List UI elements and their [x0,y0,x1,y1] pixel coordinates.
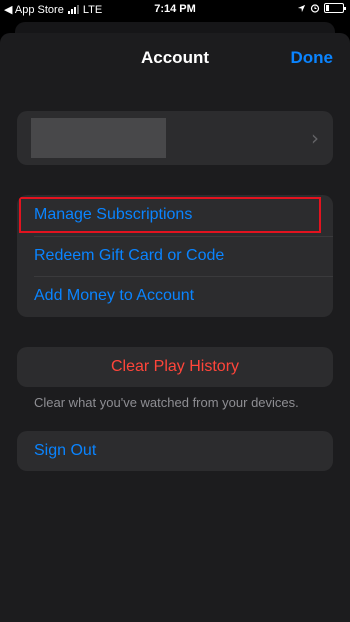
redacted-account-info [31,118,166,158]
done-button[interactable]: Done [291,48,334,68]
location-icon [297,4,306,12]
chevron-right-icon: › [311,126,319,150]
clear-play-history-button[interactable]: Clear Play History [17,347,333,387]
redeem-gift-card-link[interactable]: Redeem Gift Card or Code [17,235,333,277]
clear-history-footnote: Clear what you've watched from your devi… [34,395,299,410]
manage-subscriptions-label: Manage Subscriptions [34,206,193,224]
sign-out-group: Sign Out [17,431,333,471]
status-bar: ◀ App Store LTE 7:14 PM [0,0,350,20]
clear-history-group: Clear Play History [17,347,333,387]
battery-fill [326,5,329,11]
alarm-icon [310,4,320,13]
redeem-gift-card-label: Redeem Gift Card or Code [34,246,225,264]
profile-row[interactable]: › [17,111,333,165]
add-money-label: Add Money to Account [34,287,195,305]
account-sheet: Account Done › Manage Subscriptions Rede… [0,33,350,622]
status-right [297,3,346,13]
battery-icon [324,3,346,13]
add-money-link[interactable]: Add Money to Account [17,276,333,317]
manage-subscriptions-link[interactable]: Manage Subscriptions [17,195,333,236]
sign-out-button[interactable]: Sign Out [17,431,333,471]
account-links-group: Manage Subscriptions Redeem Gift Card or… [17,195,333,317]
